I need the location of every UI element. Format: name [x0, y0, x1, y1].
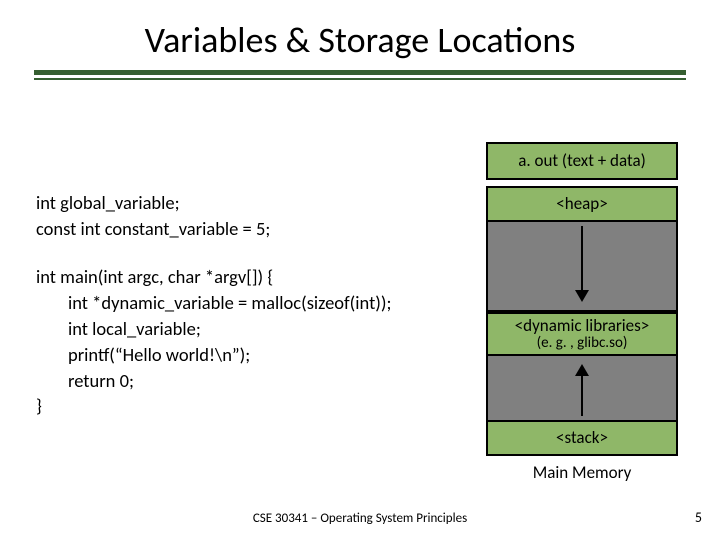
- stack-grow-arrow: [575, 364, 589, 416]
- code-line: }: [36, 393, 391, 419]
- code-text: return 0;: [68, 369, 134, 392]
- code-line: int local_variable;: [36, 316, 391, 342]
- code-line: int *dynamic_variable = malloc(sizeof(in…: [36, 290, 391, 316]
- page-number: 5: [695, 509, 702, 526]
- mem-stack: <stack>: [486, 420, 678, 456]
- code-line: int global_variable;: [36, 190, 270, 216]
- code-main: int main(int argc, char *argv[]) { int *…: [36, 264, 391, 419]
- title-underline: [34, 70, 686, 80]
- code-line: int main(int argc, char *argv[]) {: [36, 264, 391, 290]
- mem-gap-stack: [486, 356, 678, 420]
- heap-grow-arrow: [575, 226, 589, 302]
- footer-text: CSE 30341 – Operating System Principles: [0, 511, 720, 526]
- slide-title: Variables & Storage Locations: [0, 0, 720, 62]
- mem-heap: <heap>: [486, 186, 678, 222]
- mem-gap-heap: [486, 222, 678, 312]
- mem-dynlib-line2: (e. g. , glibc.so): [537, 335, 628, 352]
- code-line: const int constant_variable = 5;: [36, 216, 270, 242]
- mem-dynlib-line1: <dynamic libraries>: [515, 316, 650, 336]
- code-line: return 0;: [36, 368, 391, 394]
- code-globals: int global_variable; const int constant_…: [36, 190, 270, 242]
- code-text: printf(“Hello world!\n”);: [68, 343, 250, 366]
- code-text: int *dynamic_variable = malloc(sizeof(in…: [68, 291, 391, 314]
- slide: Variables & Storage Locations int global…: [0, 0, 720, 540]
- mem-dynlib: <dynamic libraries> (e. g. , glibc.so): [486, 312, 678, 356]
- memory-column: a. out (text + data) <heap> <dynamic lib…: [486, 142, 678, 483]
- code-text: int local_variable;: [68, 317, 201, 340]
- code-line: printf(“Hello world!\n”);: [36, 342, 391, 368]
- mem-aout: a. out (text + data): [486, 142, 678, 180]
- mem-caption: Main Memory: [486, 462, 678, 483]
